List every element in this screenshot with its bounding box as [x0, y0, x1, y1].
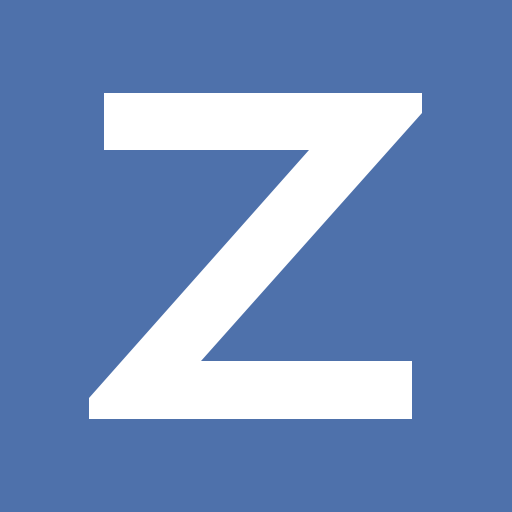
z-letter-logo-icon [89, 93, 422, 419]
z-glyph-shape [89, 93, 422, 419]
app-logo-tile: Z [0, 0, 512, 512]
